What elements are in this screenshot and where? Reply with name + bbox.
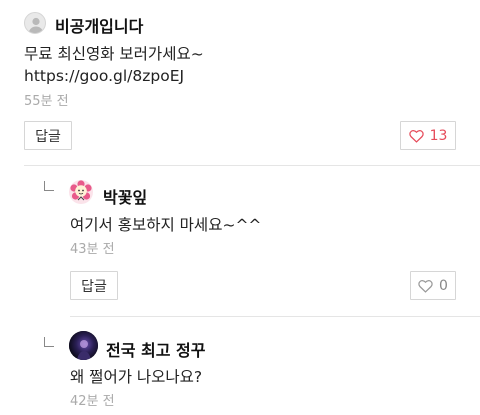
comment-timestamp: 43분 전 [70,242,115,257]
like-button[interactable]: 0 [410,271,456,300]
default-user-avatar-icon [28,17,44,33]
comment-text: 왜 쩔어가 나오나요? [70,368,203,386]
like-button[interactable]: 13 [400,121,456,150]
comment-text: 무료 최신영화 보러가세요~ [24,45,204,63]
comment-timestamp: 42분 전 [70,394,115,409]
comment-link[interactable]: https://goo.gl/8zpoEJ [24,67,184,85]
comment-author[interactable]: 비공개입니다 [55,13,143,37]
comment-author[interactable]: 박꽃잎 [103,184,147,208]
flower-character-avatar-icon [70,180,92,201]
avatar[interactable] [24,12,46,34]
reply-button-label: 답글 [35,128,61,145]
like-count: 13 [429,127,448,144]
reply-button-label: 답글 [81,278,107,295]
comment-divider [24,165,480,166]
night-photo-avatar-icon [69,331,98,360]
comment-text: 여기서 홍보하지 마세요~^^ [70,216,262,234]
reply-indent-icon [44,181,54,191]
avatar[interactable] [69,180,93,204]
comment-author[interactable]: 전국 최고 정꾸 [106,337,205,361]
heart-icon [408,129,424,143]
comment-divider [70,316,480,317]
reply-indent-icon [44,337,54,347]
reply-button[interactable]: 답글 [24,121,72,150]
reply-button[interactable]: 답글 [70,271,118,300]
heart-icon [418,279,433,293]
avatar[interactable] [69,331,98,360]
like-count: 0 [439,277,448,294]
comment-timestamp: 55분 전 [24,94,69,109]
